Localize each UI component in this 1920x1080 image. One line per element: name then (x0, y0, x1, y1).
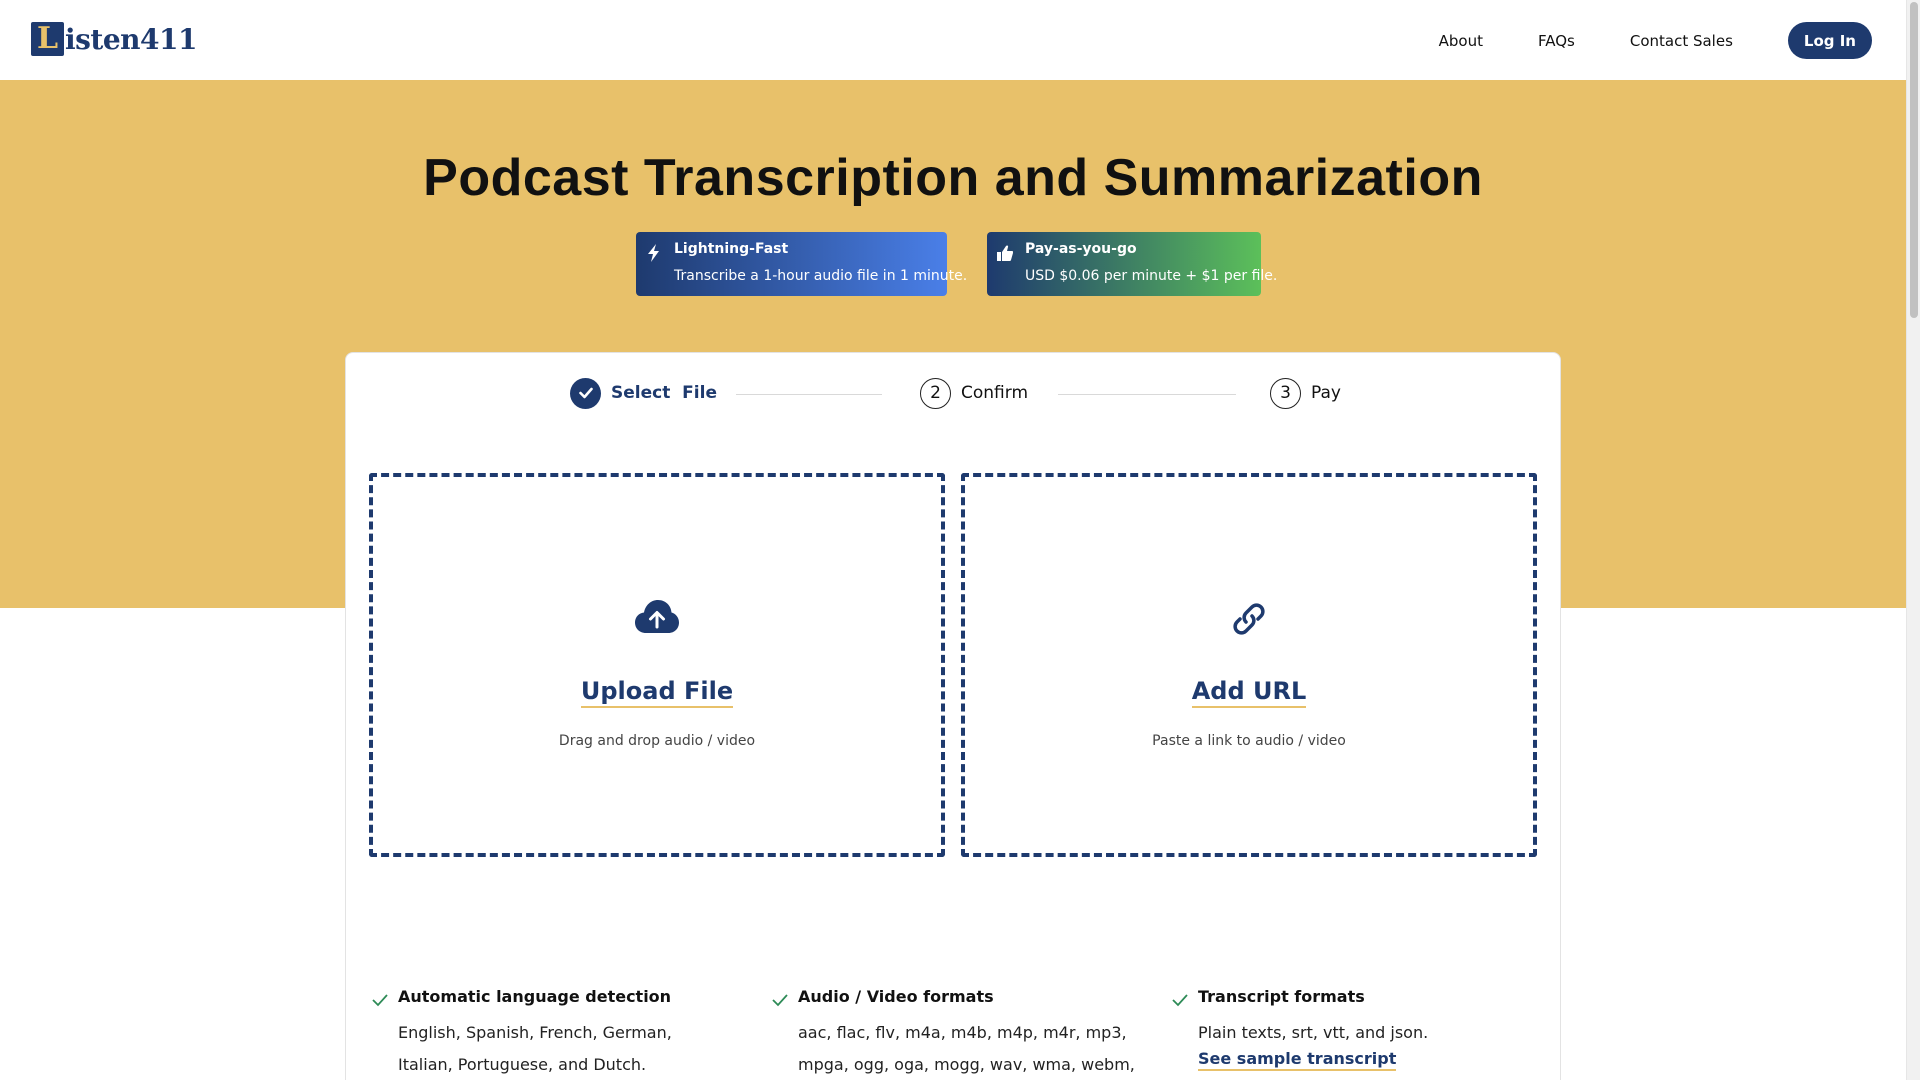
login-button[interactable]: Log In (1787, 22, 1872, 59)
upload-file-subtitle: Drag and drop audio / video (558, 733, 756, 749)
feature-badge-pricing: Pay-as-you-go USD $0.06 per minute + $1 … (987, 232, 1278, 296)
step-number: 2 (920, 377, 951, 409)
step-divider (1058, 394, 1236, 395)
badge-description: USD $0.06 per minute + $1 per file. (1025, 268, 1278, 284)
badge-title: Pay-as-you-go (1025, 241, 1137, 257)
feature-badge-fast: Lightning-Fast Transcribe a 1-hour audio… (636, 232, 968, 296)
step-confirm: 2 Confirm (920, 377, 1028, 409)
feature-title: Transcript formats (1198, 987, 1365, 1006)
check-icon (372, 994, 388, 1007)
add-url-subtitle: Paste a link to audio / video (1152, 733, 1346, 749)
upload-file-dropzone[interactable]: Upload File Drag and drop audio / video (369, 473, 945, 857)
feature-body: aac, flac, flv, m4a, m4b, m4p, m4r, mp3,… (798, 1023, 1135, 1074)
step-label: Pay (1311, 383, 1341, 403)
feature-body: English, Spanish, French, German, Italia… (398, 1023, 672, 1074)
upload-title-wrap: Upload File (373, 677, 941, 708)
nav-faqs-link[interactable]: FAQs (1538, 32, 1575, 50)
feature-body: Plain texts, srt, vtt, and json. (1198, 1023, 1429, 1042)
page-scrollbar[interactable] (1906, 0, 1920, 1080)
scrollbar-thumb[interactable] (1910, 2, 1918, 318)
stepper: Select File 2 Confirm 3 Pay (346, 377, 1560, 411)
add-url-title[interactable]: Add URL (1191, 677, 1307, 708)
step-divider (736, 394, 882, 395)
badge-title: Lightning-Fast (674, 241, 789, 257)
feature-formats: Audio / Video formats aac, flac, flv, m4… (772, 987, 1135, 1080)
add-url-dropzone[interactable]: Add URL Paste a link to audio / video (961, 473, 1537, 857)
url-title-wrap: Add URL (965, 677, 1533, 708)
nav-about-link[interactable]: About (1439, 32, 1483, 50)
main-nav: About FAQs Contact Sales Log In (1439, 22, 1872, 59)
feature-title: Audio / Video formats (798, 987, 994, 1006)
thumbs-up-icon (997, 245, 1013, 261)
sample-transcript-link[interactable]: See sample transcript (1198, 1049, 1397, 1071)
feature-transcript: Transcript formats Plain texts, srt, vtt… (1172, 987, 1532, 1071)
link-icon (1233, 603, 1265, 635)
step-pay: 3 Pay (1270, 377, 1341, 409)
step-label: Select File (611, 383, 717, 403)
check-circle-icon (570, 377, 601, 409)
step-select-file: Select File (570, 377, 717, 409)
nav-contact-sales-link[interactable]: Contact Sales (1630, 32, 1733, 50)
top-header: L isten411 About FAQs Contact Sales Log … (0, 0, 1906, 80)
step-label: Confirm (961, 383, 1029, 403)
logo[interactable]: L isten411 (31, 22, 197, 56)
logo-mark: L (31, 22, 64, 56)
cloud-upload-icon (635, 600, 679, 633)
lightning-icon (648, 244, 659, 262)
upload-file-title[interactable]: Upload File (580, 677, 734, 708)
badge-description: Transcribe a 1-hour audio file in 1 minu… (674, 268, 968, 284)
check-icon (772, 994, 788, 1007)
feature-title: Automatic language detection (398, 987, 672, 1006)
page-title: Podcast Transcription and Summarization (423, 149, 1483, 207)
logo-text: isten411 (65, 22, 197, 56)
feature-language: Automatic language detection English, Sp… (372, 987, 732, 1080)
check-icon (1172, 994, 1188, 1007)
upload-card: Select File 2 Confirm 3 Pay Upload File … (345, 352, 1561, 1080)
step-number: 3 (1270, 377, 1301, 409)
